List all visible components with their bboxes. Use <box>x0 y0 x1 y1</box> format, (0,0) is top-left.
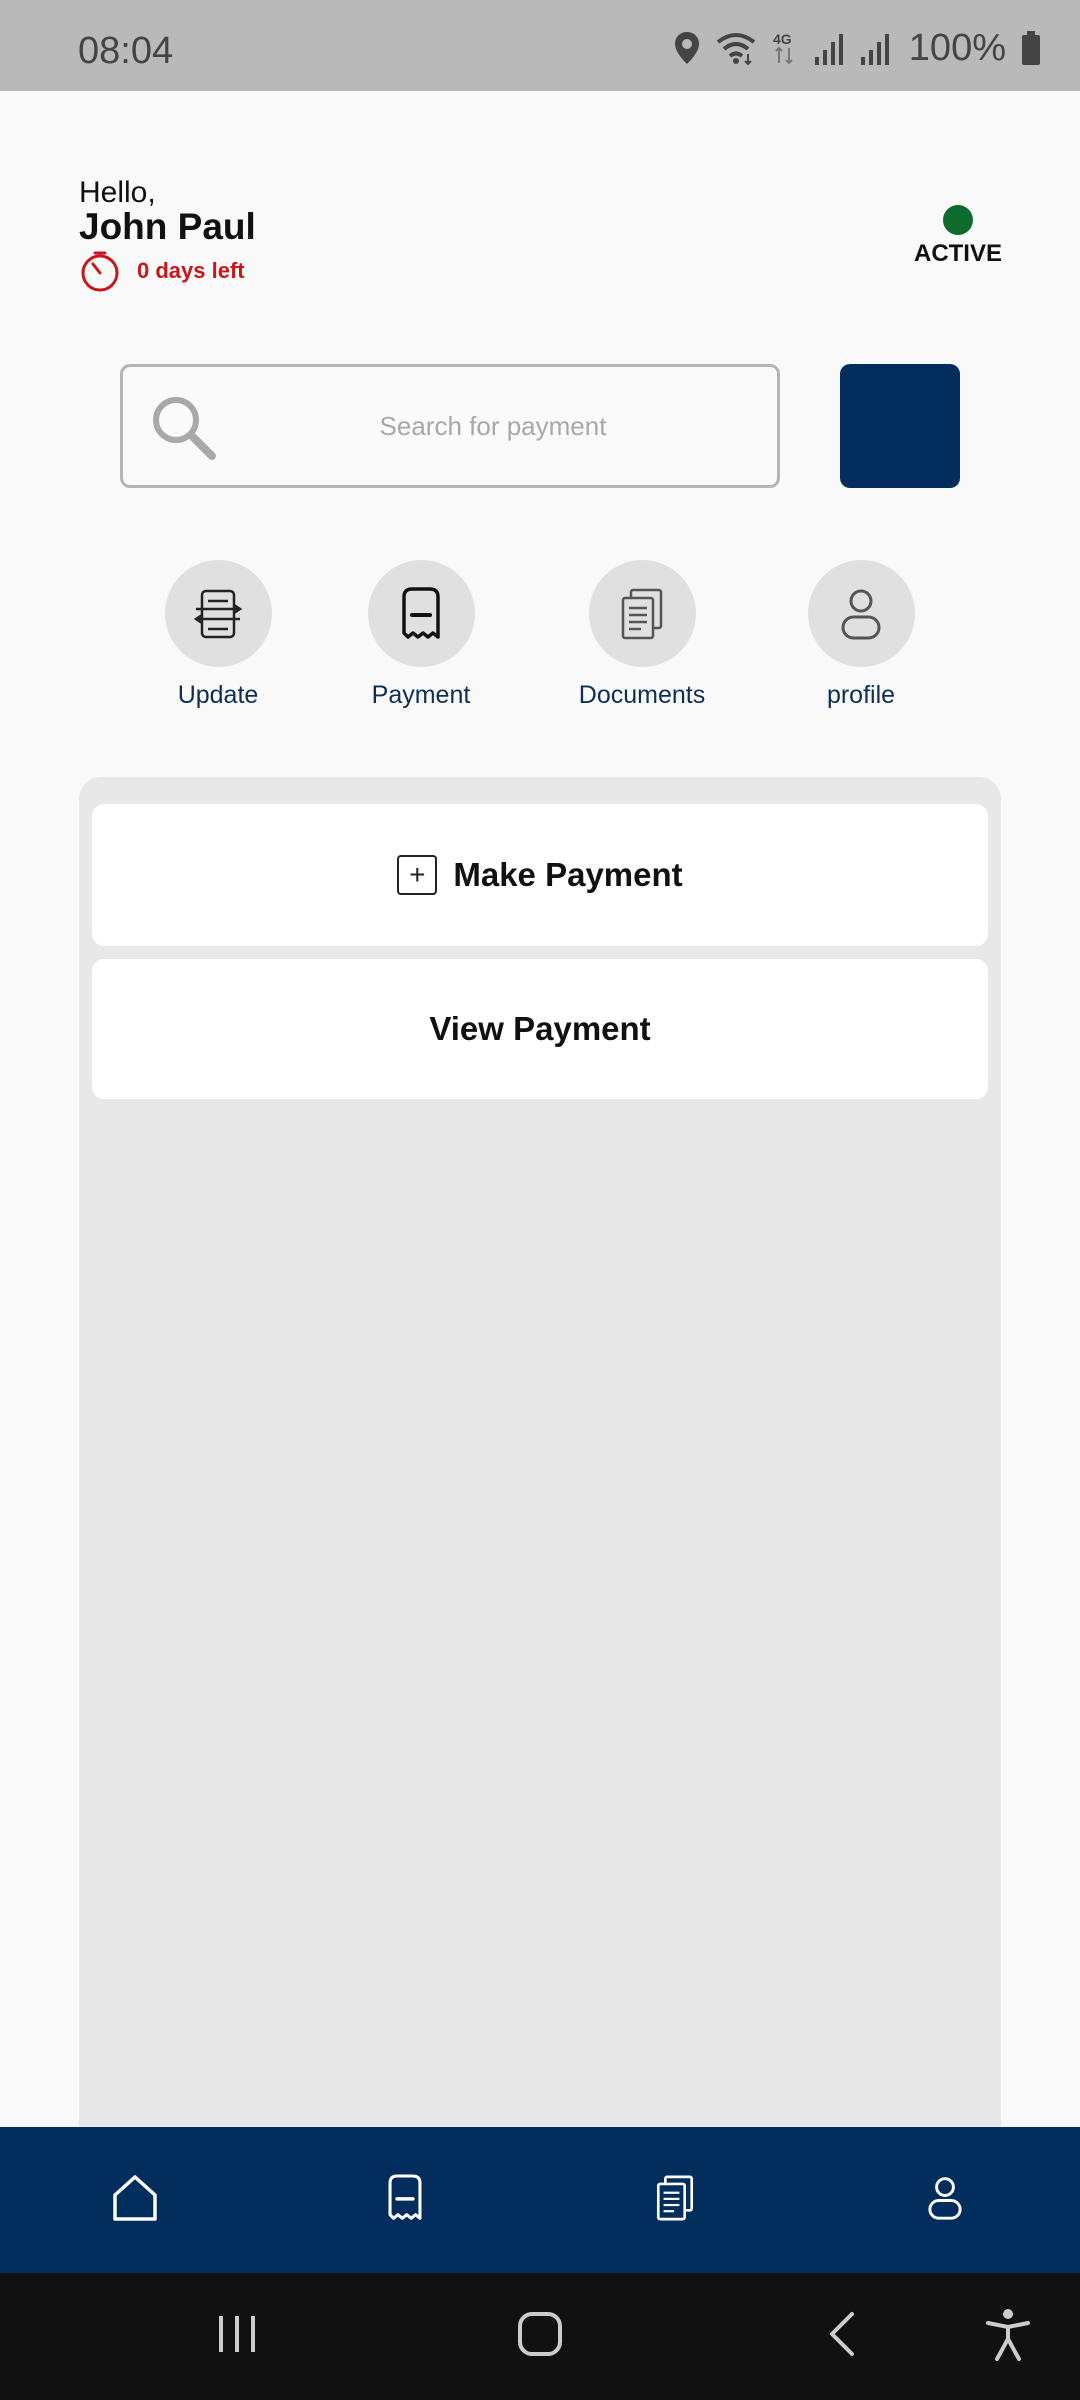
back-icon <box>826 2310 858 2363</box>
wifi-icon <box>715 30 757 66</box>
svg-text:4G: 4G <box>773 31 792 47</box>
nav-payment[interactable] <box>335 2127 475 2273</box>
greeting: Hello, <box>79 176 156 209</box>
nav-documents[interactable] <box>605 2127 745 2273</box>
documents-icon <box>588 560 696 667</box>
quick-action-label: Update <box>177 681 259 709</box>
search-bar[interactable] <box>120 364 780 488</box>
quick-action-label: Documents <box>578 681 706 709</box>
plus-icon: + <box>397 855 438 895</box>
nav-home[interactable] <box>65 2127 205 2273</box>
quick-action-payment[interactable]: Payment <box>331 560 511 710</box>
accessibility-button[interactable] <box>948 2273 1068 2400</box>
quick-action-label: Payment <box>371 681 471 709</box>
profile-icon <box>807 560 915 667</box>
home-icon <box>111 2173 159 2228</box>
accessibility-icon <box>985 2307 1031 2366</box>
subscription-status: 0 days left <box>79 250 245 292</box>
quick-action-documents[interactable]: Documents <box>552 560 732 710</box>
quick-action-label: profile <box>826 681 896 709</box>
nav-profile[interactable] <box>875 2127 1015 2273</box>
network-4g-icon: 4G <box>771 30 799 66</box>
search-icon <box>149 393 219 468</box>
timer-icon <box>79 250 121 292</box>
receipt-icon <box>367 560 475 667</box>
view-payment-button[interactable]: View Payment <box>92 959 988 1099</box>
recent-apps-icon <box>215 2312 259 2361</box>
home-button-icon <box>516 2310 564 2363</box>
view-payment-label: View Payment <box>429 1010 651 1047</box>
battery-percent: 100% <box>908 26 1006 69</box>
profile-icon <box>924 2173 966 2228</box>
days-left: 0 days left <box>137 258 245 283</box>
documents-icon <box>653 2173 697 2228</box>
system-home-button[interactable] <box>480 2273 600 2400</box>
status-time: 08:04 <box>78 30 174 72</box>
bottom-navigation <box>0 2127 1080 2273</box>
make-payment-button[interactable]: + Make Payment <box>92 804 988 946</box>
recent-apps-button[interactable] <box>177 2273 297 2400</box>
back-button[interactable] <box>782 2273 902 2400</box>
update-document-icon <box>164 560 272 667</box>
receipt-icon <box>383 2172 427 2229</box>
battery-icon <box>1020 30 1042 66</box>
make-payment-label: Make Payment <box>453 856 683 893</box>
active-status-dot <box>943 205 973 235</box>
quick-action-profile[interactable]: profile <box>771 560 951 710</box>
signal-icon <box>813 31 845 65</box>
status-icons: 4G 100% <box>673 26 1042 69</box>
quick-action-update[interactable]: Update <box>128 560 308 710</box>
status-bar: 08:04 4G 100% <box>0 0 1080 91</box>
filter-button[interactable] <box>840 364 960 488</box>
location-icon <box>673 30 701 66</box>
search-input[interactable] <box>243 367 743 485</box>
system-navigation-bar <box>0 2273 1080 2400</box>
signal-icon <box>859 31 891 65</box>
active-status-label: ACTIVE <box>913 240 1002 267</box>
user-name: John Paul <box>79 206 256 247</box>
payment-panel: + Make Payment View Payment <box>79 777 1001 2127</box>
